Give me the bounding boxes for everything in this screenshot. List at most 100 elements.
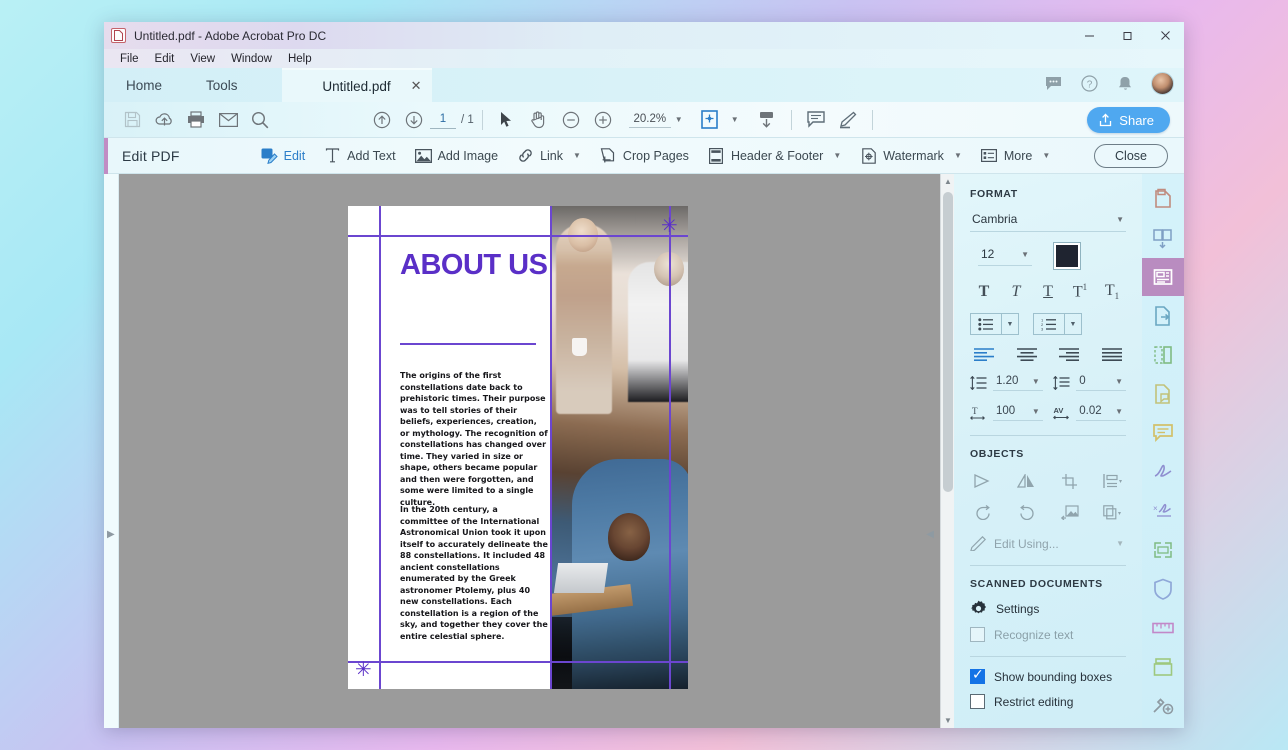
chevron-down-icon[interactable]: ▼ xyxy=(1021,250,1029,259)
show-bounding-boxes-row[interactable]: Show bounding boxes xyxy=(970,667,1126,685)
restrict-editing-checkbox[interactable] xyxy=(970,694,985,710)
save-icon[interactable] xyxy=(116,105,148,135)
menu-window[interactable]: Window xyxy=(223,53,280,65)
scrollbar-thumb[interactable] xyxy=(943,192,953,492)
settings-row[interactable]: Settings xyxy=(970,600,1126,617)
chevron-down-icon[interactable]: ▼ xyxy=(1032,377,1040,386)
zoom-level-control[interactable]: 20.2% ▼ xyxy=(628,112,683,128)
page-scroll-icon[interactable] xyxy=(751,105,783,135)
scroll-down-icon[interactable]: ▼ xyxy=(944,716,952,725)
fit-page-icon[interactable] xyxy=(695,105,727,135)
chevron-down-icon[interactable]: ▼ xyxy=(1064,314,1081,335)
align-objects-icon[interactable]: ▾ xyxy=(1100,471,1126,491)
minimize-button[interactable] xyxy=(1070,22,1108,49)
chevron-down-icon[interactable]: ▼ xyxy=(1115,377,1123,386)
sidebar-item-organize-pages[interactable] xyxy=(1142,219,1184,257)
edit-using-select[interactable]: Edit Using... ▼ xyxy=(970,536,1126,552)
comment-bubble-icon[interactable] xyxy=(1043,74,1063,94)
more-button[interactable]: More ▼ xyxy=(972,141,1059,171)
underline-button[interactable]: T xyxy=(1036,283,1060,301)
font-family-select[interactable]: Cambria ▼ xyxy=(970,210,1126,232)
align-left-button[interactable] xyxy=(974,348,994,362)
menu-help[interactable]: Help xyxy=(280,53,320,65)
document-scrollbar[interactable]: ▲ ▼ xyxy=(940,174,954,728)
header-footer-button[interactable]: Header & Footer ▼ xyxy=(699,141,850,171)
flip-horizontal-icon[interactable] xyxy=(1013,471,1039,491)
chevron-down-icon[interactable]: ▼ xyxy=(1116,215,1124,224)
font-size-select[interactable]: 12 ▼ xyxy=(978,246,1032,266)
chevron-down-icon[interactable]: ▼ xyxy=(1032,407,1040,416)
flip-vertical-icon[interactable] xyxy=(970,471,996,491)
sidebar-item-combine-files[interactable] xyxy=(1142,336,1184,374)
crop-pages-button[interactable]: Crop Pages xyxy=(591,141,698,171)
close-edit-button[interactable]: Close xyxy=(1094,144,1168,168)
sidebar-item-export-pdf[interactable] xyxy=(1142,180,1184,218)
comment-icon[interactable] xyxy=(800,105,832,135)
sidebar-item-measure[interactable] xyxy=(1142,609,1184,647)
menu-edit[interactable]: Edit xyxy=(147,53,183,65)
scroll-up-icon[interactable]: ▲ xyxy=(944,177,952,186)
sidebar-item-create-pdf[interactable] xyxy=(1142,297,1184,335)
maximize-button[interactable] xyxy=(1108,22,1146,49)
paragraph-1[interactable]: The origins of the first constellations … xyxy=(400,370,548,508)
sidebar-item-request-signature[interactable]: × xyxy=(1142,492,1184,530)
italic-button[interactable]: T xyxy=(1004,283,1028,301)
hand-pan-icon[interactable] xyxy=(523,105,555,135)
previous-page-icon[interactable] xyxy=(366,105,398,135)
highlighter-icon[interactable] xyxy=(832,105,864,135)
share-button[interactable]: Share xyxy=(1087,107,1170,133)
sidebar-item-scan-ocr[interactable] xyxy=(1142,531,1184,569)
subscript-button[interactable]: T1 xyxy=(1100,282,1124,301)
zoom-out-icon[interactable] xyxy=(555,105,587,135)
cloud-upload-icon[interactable] xyxy=(148,105,180,135)
expand-left-panel-icon[interactable]: ▶ xyxy=(107,529,115,540)
recognize-text-row[interactable]: Recognize text xyxy=(970,627,1126,643)
page-photo[interactable] xyxy=(550,206,688,689)
avatar[interactable] xyxy=(1151,72,1174,95)
chevron-down-icon[interactable]: ▼ xyxy=(573,151,581,160)
sidebar-item-print-production[interactable] xyxy=(1142,648,1184,686)
character-spacing-select[interactable]: 0.02 ▼ xyxy=(1076,405,1126,422)
bulleted-list-button[interactable]: ▼ xyxy=(970,313,1019,336)
watermark-button[interactable]: Watermark ▼ xyxy=(851,141,971,171)
zoom-in-icon[interactable] xyxy=(587,105,619,135)
sidebar-item-comment-pdf[interactable] xyxy=(1142,375,1184,413)
align-right-button[interactable] xyxy=(1059,348,1080,362)
arrange-icon[interactable]: ▾ xyxy=(1100,502,1126,522)
pdf-page[interactable]: ABOUT US The origins of the first conste… xyxy=(348,206,688,689)
close-icon[interactable]: ✕ xyxy=(411,79,422,94)
chevron-down-icon[interactable]: ▼ xyxy=(1042,151,1050,160)
chevron-down-icon[interactable]: ▼ xyxy=(833,151,841,160)
sidebar-item-protect[interactable] xyxy=(1142,570,1184,608)
menu-file[interactable]: File xyxy=(112,53,147,65)
horizontal-scale-select[interactable]: 100 ▼ xyxy=(993,405,1043,422)
replace-image-icon[interactable] xyxy=(1057,502,1083,522)
rotate-counterclockwise-icon[interactable] xyxy=(970,502,996,522)
tab-home[interactable]: Home xyxy=(104,68,184,102)
link-button[interactable]: Link ▼ xyxy=(508,141,590,171)
bold-button[interactable]: T xyxy=(972,283,996,301)
align-justify-button[interactable] xyxy=(1101,348,1122,362)
cursor-select-icon[interactable] xyxy=(491,105,523,135)
line-spacing-select[interactable]: 1.20 ▼ xyxy=(993,375,1043,392)
paragraph-2[interactable]: In the 20th century, a committee of the … xyxy=(400,504,548,642)
search-icon[interactable] xyxy=(244,105,276,135)
numbered-list-button[interactable]: 123 ▼ xyxy=(1033,313,1082,336)
menu-view[interactable]: View xyxy=(182,53,223,65)
chevron-down-icon[interactable]: ▼ xyxy=(1001,314,1018,335)
help-icon[interactable]: ? xyxy=(1079,74,1099,94)
page-number-input[interactable] xyxy=(430,110,456,129)
tab-document[interactable]: Untitled.pdf ✕ xyxy=(281,68,432,102)
show-bounding-boxes-checkbox[interactable] xyxy=(970,667,985,685)
print-icon[interactable] xyxy=(180,105,212,135)
recognize-text-checkbox[interactable] xyxy=(970,627,985,643)
document-viewport[interactable]: ABOUT US The origins of the first conste… xyxy=(119,174,954,728)
sidebar-item-fill-sign[interactable] xyxy=(1142,453,1184,491)
edit-button[interactable]: Edit xyxy=(252,141,315,171)
chevron-down-icon[interactable]: ▼ xyxy=(954,151,962,160)
next-page-icon[interactable] xyxy=(398,105,430,135)
email-icon[interactable] xyxy=(212,105,244,135)
superscript-button[interactable]: T1 xyxy=(1068,282,1092,301)
close-button[interactable] xyxy=(1146,22,1184,49)
chevron-down-icon[interactable]: ▼ xyxy=(1116,539,1124,548)
